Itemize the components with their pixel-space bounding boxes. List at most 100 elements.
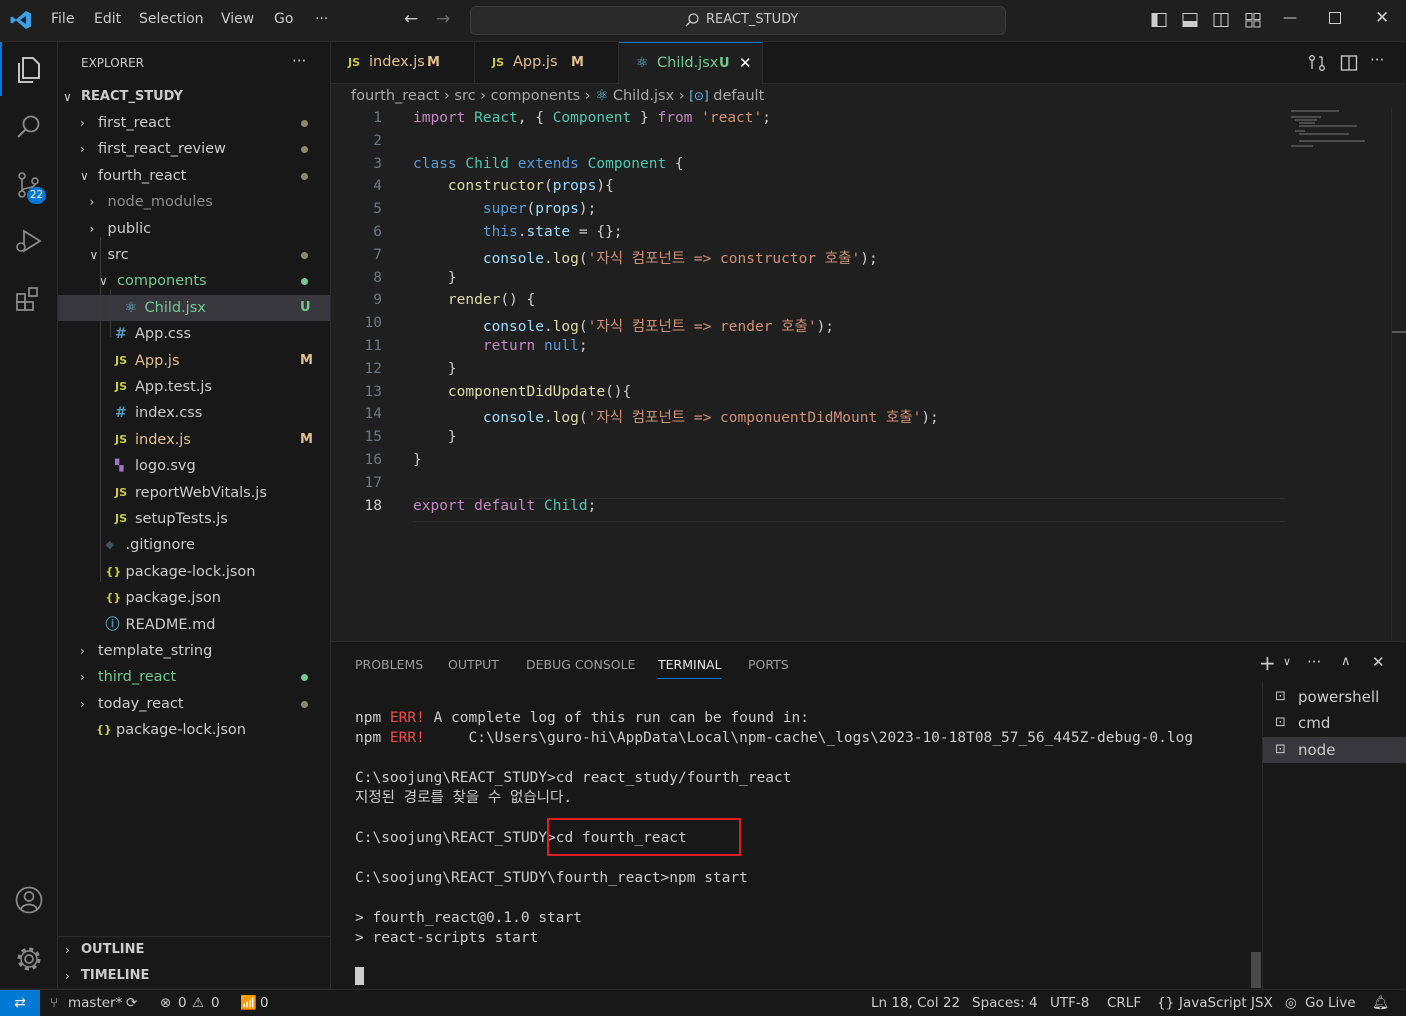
breadcrumb-item[interactable]: fourth_react (351, 88, 439, 104)
editor-more-icon[interactable]: ··· (1370, 51, 1384, 69)
close-window-icon[interactable]: ✕ (1375, 8, 1389, 28)
split-editor-icon[interactable] (1340, 54, 1358, 72)
maximize-icon[interactable] (1329, 12, 1341, 24)
terminal-output[interactable]: npm ERR! A complete log of this run can … (355, 708, 1193, 948)
terminal-item-powershell[interactable]: ⊡ powershell (1263, 684, 1406, 710)
editor-scrollbar-track[interactable] (1391, 108, 1392, 640)
tree-item-label: template_string (98, 643, 213, 659)
chevron-down-icon[interactable]: ∨ (1283, 655, 1291, 668)
menu-go[interactable]: Go (274, 11, 293, 27)
terminal-icon: ⊡ (1275, 715, 1286, 730)
indentation[interactable]: Spaces: 4 (972, 995, 1038, 1011)
close-tab-icon[interactable]: ✕ (739, 43, 752, 84)
explorer-more-icon[interactable]: ··· (292, 52, 306, 70)
terminal-item-node[interactable]: ⊡ node (1263, 737, 1406, 763)
search-view-icon[interactable] (14, 112, 44, 142)
go-live[interactable]: Go Live (1305, 995, 1356, 1011)
terminal-scrollbar-thumb[interactable] (1251, 952, 1261, 988)
menu-edit[interactable]: Edit (94, 11, 121, 27)
tab-debug-console[interactable]: DEBUG CONSOLE (526, 657, 635, 672)
tree-item[interactable]: › first_react (58, 110, 330, 136)
terminal-item-cmd[interactable]: ⊡ cmd (1263, 710, 1406, 736)
accounts-icon[interactable] (14, 885, 44, 915)
notifications-bell-icon[interactable]: 🔔︎ (1372, 995, 1389, 1011)
git-status-badge: M (300, 431, 313, 447)
breadcrumb-item[interactable]: default (713, 88, 764, 104)
tree-item[interactable]: › node_modules (58, 189, 330, 215)
manage-gear-icon[interactable] (14, 944, 44, 974)
outline-section[interactable]: › OUTLINE (58, 937, 330, 963)
tab-index-js[interactable]: JS index.js M (331, 42, 475, 83)
tree-item[interactable]: ⓘ README.md (58, 612, 330, 638)
error-count[interactable]: 0 (178, 995, 187, 1011)
sync-icon[interactable]: ⟳ (126, 995, 137, 1011)
tab-ports[interactable]: PORTS (748, 657, 789, 672)
forward-arrow-icon[interactable]: → (436, 9, 450, 29)
tab-terminal[interactable]: TERMINAL (658, 657, 722, 672)
menu-view[interactable]: View (221, 11, 254, 27)
remote-icon[interactable]: ⇄ (0, 990, 40, 1016)
line-number: 13 (364, 383, 382, 400)
tree-item[interactable]: {} package-lock.json (58, 559, 330, 585)
tree-item[interactable]: ◆ .gitignore (58, 532, 330, 558)
timeline-section[interactable]: › TIMELINE (58, 963, 330, 989)
customize-layout-icon[interactable] (1245, 12, 1261, 28)
tree-item[interactable]: › third_react (58, 664, 330, 690)
code-editor[interactable]: 1 2 3 4 5 6 7 8 9 10 11 12 13 14 15 16 17 18 import React… (331, 108, 1406, 640)
extensions-icon[interactable] (14, 284, 44, 314)
maximize-panel-icon[interactable]: ∧ (1341, 654, 1351, 669)
breadcrumb-item[interactable]: Child.jsx (613, 88, 674, 104)
back-arrow-icon[interactable]: ← (404, 9, 418, 29)
tree-item[interactable]: ∨ components (58, 268, 330, 294)
language-mode[interactable]: JavaScript JSX (1179, 995, 1273, 1011)
js-file-icon: JS (115, 512, 128, 525)
breadcrumb-item[interactable]: components (491, 88, 581, 104)
menu-more[interactable]: ··· (315, 11, 328, 27)
menu-selection[interactable]: Selection (139, 11, 204, 27)
open-changes-icon[interactable] (1308, 54, 1326, 72)
tree-item[interactable]: ∨ fourth_react (58, 163, 330, 189)
tab-problems[interactable]: PROBLEMS (355, 657, 423, 672)
tree-item[interactable]: JS App.test.js (58, 374, 330, 400)
toggle-panel-icon[interactable] (1182, 12, 1198, 28)
tab-child-jsx[interactable]: ⚛ Child.jsx U ✕ (619, 42, 763, 84)
tab-output[interactable]: OUTPUT (448, 657, 499, 672)
tab-app-js[interactable]: JS App.js M (475, 42, 619, 83)
tree-item[interactable]: {} package.json (58, 585, 330, 611)
new-terminal-icon[interactable]: + (1259, 651, 1276, 675)
code-line: constructor(props){ (447, 178, 614, 195)
warning-count[interactable]: 0 (211, 995, 220, 1011)
tree-item[interactable]: ∨ src (58, 242, 330, 268)
tree-item[interactable]: › today_react (58, 691, 330, 717)
encoding[interactable]: UTF-8 (1050, 995, 1089, 1011)
tree-item[interactable]: ⚛ Child.jsx U (58, 294, 330, 321)
tree-item[interactable]: › template_string (58, 638, 330, 664)
search-text: REACT_STUDY (706, 12, 799, 27)
minimize-icon[interactable]: — (1283, 10, 1297, 26)
tree-item[interactable]: JS setupTests.js (58, 506, 330, 532)
run-debug-icon[interactable] (14, 226, 44, 256)
ports-count[interactable]: 0 (260, 995, 269, 1011)
toggle-primary-sidebar-icon[interactable] (1151, 12, 1167, 28)
workspace-root[interactable]: ∨ REACT_STUDY (58, 84, 330, 110)
command-center-search[interactable]: REACT_STUDY (470, 6, 1006, 35)
panel-more-icon[interactable]: ··· (1307, 653, 1321, 671)
menu-file[interactable]: File (51, 11, 74, 27)
tree-item[interactable]: › public (58, 216, 330, 242)
tree-item[interactable]: JS index.js M (58, 427, 330, 453)
branch-name[interactable]: master* (68, 995, 122, 1011)
tree-item[interactable]: # index.css (58, 400, 330, 426)
minimap[interactable] (1291, 108, 1391, 148)
tree-item[interactable]: {} package-lock.json (58, 717, 330, 743)
tree-item[interactable]: › first_react_review (58, 136, 330, 162)
tree-item[interactable]: ▚ logo.svg (58, 453, 330, 479)
breadcrumb-item[interactable]: src (454, 88, 475, 104)
tree-item[interactable]: JS reportWebVitals.js (58, 480, 330, 506)
toggle-secondary-sidebar-icon[interactable] (1213, 12, 1229, 28)
explorer-icon[interactable] (14, 54, 44, 84)
tree-item[interactable]: # App.css (58, 321, 330, 347)
tree-item[interactable]: JS App.js M (58, 348, 330, 374)
end-of-line[interactable]: CRLF (1107, 995, 1141, 1011)
cursor-position[interactable]: Ln 18, Col 22 (871, 995, 960, 1011)
close-panel-icon[interactable]: ✕ (1372, 653, 1385, 671)
